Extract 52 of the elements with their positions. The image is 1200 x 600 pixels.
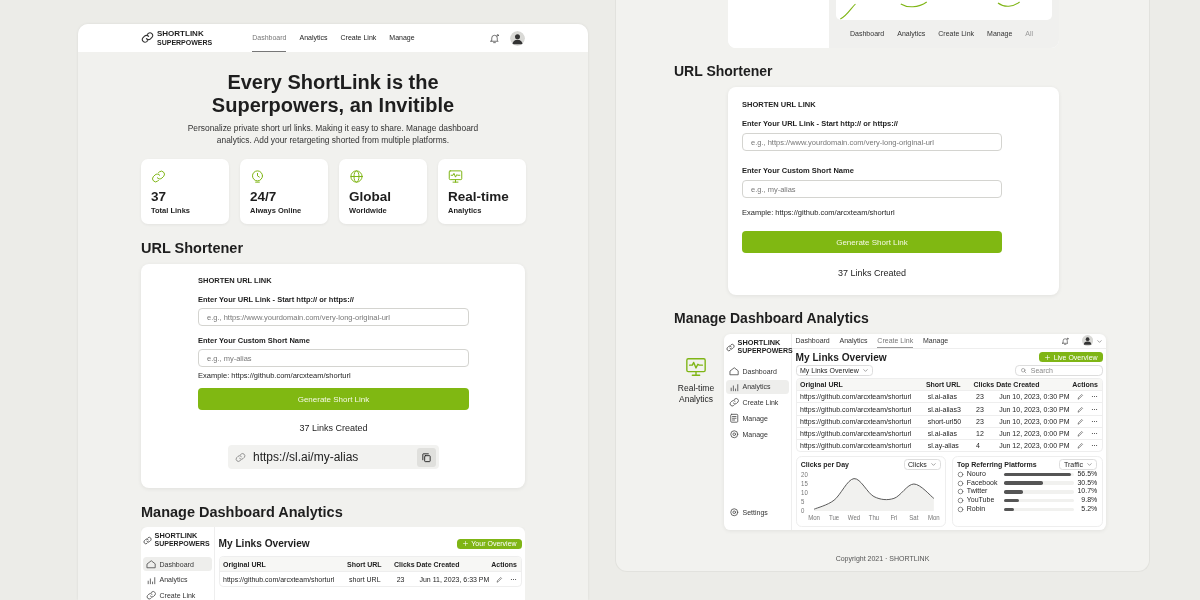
bell-icon [1061, 336, 1070, 346]
bar-chart-icon [729, 381, 740, 393]
globe-icon [349, 169, 364, 184]
monitor-icon [448, 169, 463, 184]
page-title: My Links Overview [795, 351, 887, 363]
short-link-text: https://sl.ai/my-alias [253, 450, 360, 464]
feature-label: Real-time [677, 383, 715, 394]
page-title: My Links Overview [218, 538, 310, 550]
link-icon [151, 169, 166, 184]
links-count: 37 Links Created [298, 423, 369, 433]
link-icon [235, 451, 246, 463]
plus-icon [1043, 353, 1051, 361]
feature-label: Analytics [679, 394, 713, 405]
stat-value: 37 [151, 189, 168, 204]
home-icon [146, 558, 157, 570]
section-heading: Manage Dashboard Analytics [140, 504, 344, 520]
chain-link-icon [726, 342, 736, 352]
avatar-icon [1082, 335, 1094, 347]
settings-icon [729, 428, 740, 440]
bar-chart-icon [146, 574, 157, 586]
monitor-pulse-icon [685, 356, 707, 378]
avatar-icon [510, 30, 525, 46]
search-icon [1020, 366, 1028, 374]
home-icon [729, 365, 740, 377]
chevron-down-icon [861, 366, 869, 374]
section-heading: URL Shortener [673, 63, 774, 79]
stat-value: Real-time [448, 189, 510, 204]
hero-title: Superpowers, an Invitible [210, 94, 456, 117]
chevron-down-icon [929, 460, 937, 468]
hero-subtitle: Personalize private short url links. Making it easy to share. Manage dashboard [186, 122, 480, 134]
notification-bell-icon [489, 32, 500, 44]
stat-value: 24/7 [250, 189, 278, 204]
section-heading: URL Shortener [140, 240, 245, 256]
chevron-down-icon [1095, 337, 1103, 345]
link-icon [146, 590, 157, 600]
links-count: 37 Links Created [836, 268, 907, 278]
settings-icon [729, 506, 740, 518]
chain-link-icon [143, 535, 153, 545]
document-icon [729, 413, 740, 424]
chevron-down-icon [1085, 460, 1093, 468]
section-heading: Manage Dashboard Analytics [673, 310, 870, 326]
hero-subtitle: analytics. Add your retargeting shorted from multiple platforms. [215, 134, 451, 146]
edit-icon [496, 575, 503, 583]
logo-text: SHORTLINK [157, 29, 205, 39]
stat-value: Global [349, 189, 392, 204]
hero-title: Every ShortLink is the [226, 71, 440, 94]
chain-link-icon [141, 31, 154, 45]
plus-icon [461, 540, 469, 548]
link-icon [729, 397, 740, 408]
copy-button[interactable] [417, 447, 436, 467]
clock-icon [250, 169, 265, 184]
copy-icon [421, 451, 432, 463]
